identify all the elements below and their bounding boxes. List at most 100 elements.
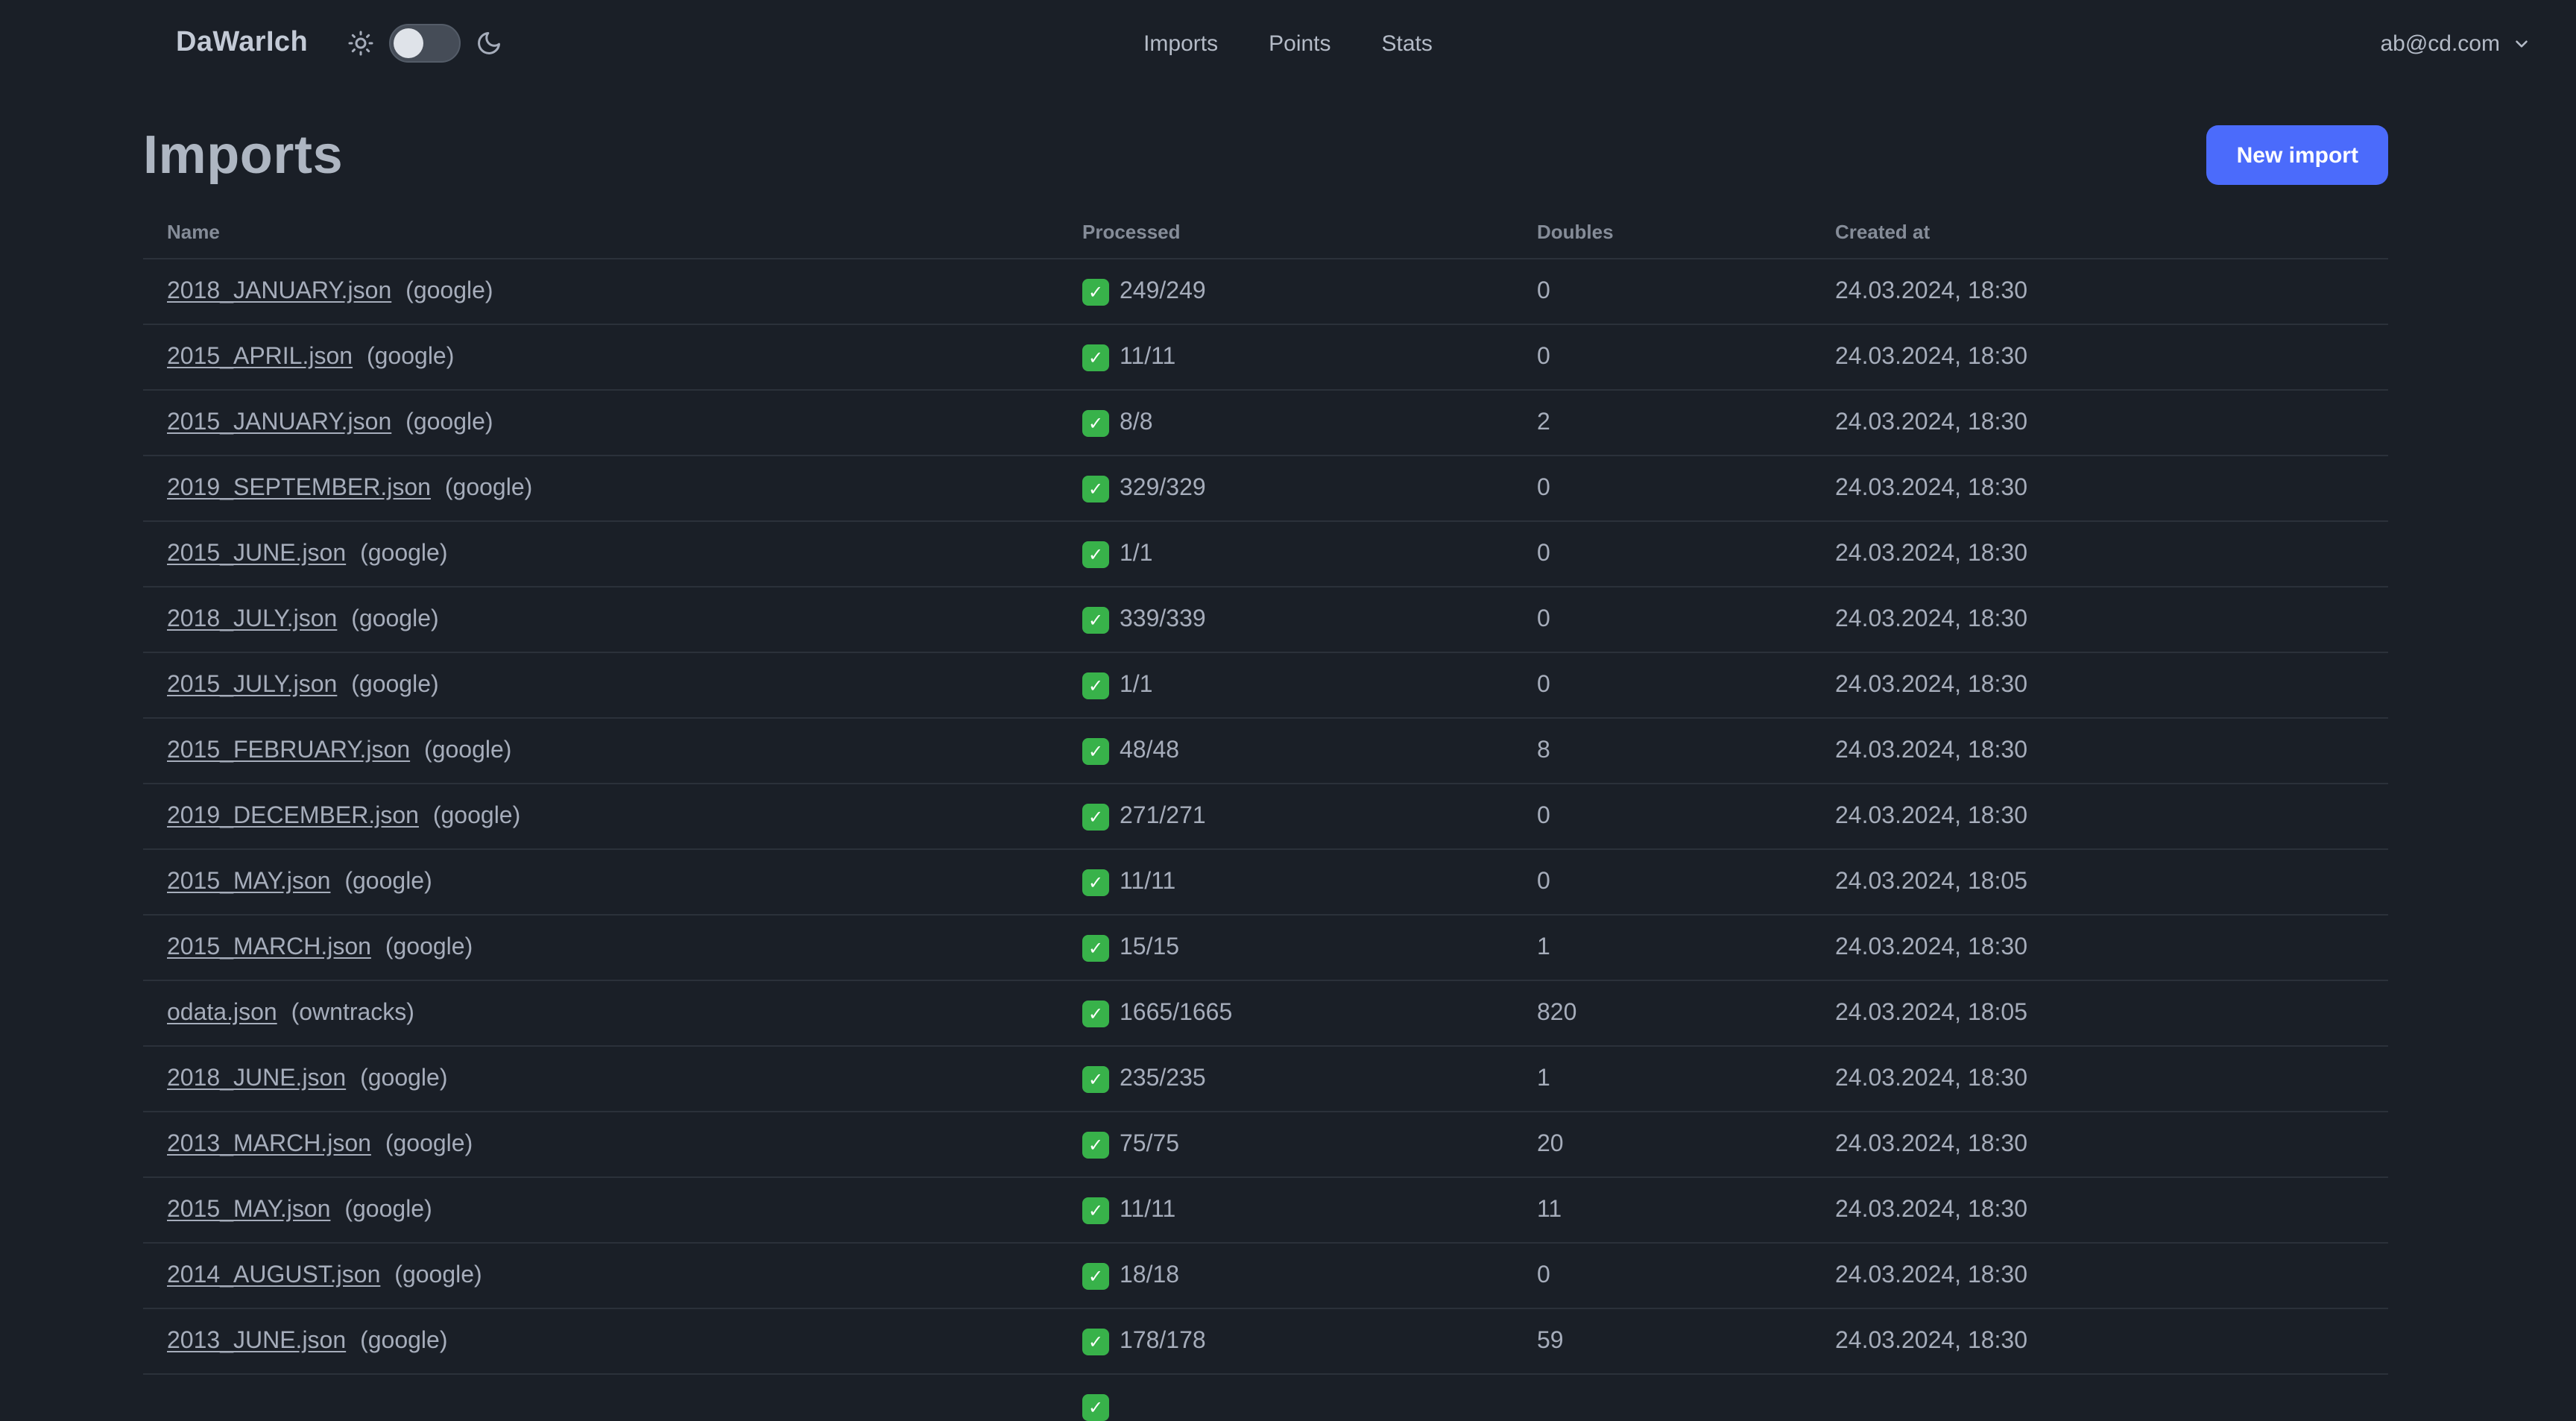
import-source: (google) (385, 934, 473, 960)
doubles-count: 11 (1537, 1197, 1562, 1222)
import-source: (google) (360, 541, 448, 566)
nav-link-imports[interactable]: Imports (1143, 31, 1218, 56)
table-row: 2015_MARCH.json (google) ✓ 15/15 1 24.03… (143, 916, 2388, 981)
app-viewport: DaWarIch Imports Points Stats ab@cd.com (0, 0, 2576, 1421)
new-import-button[interactable]: New import (2206, 125, 2388, 185)
name-cell: 2015_JANUARY.json (google) (143, 409, 1058, 436)
column-header-processed: Processed (1082, 221, 1181, 243)
column-header-created-at: Created at (1835, 221, 1931, 243)
table-row: 2015_JUNE.json (google) ✓ 1/1 0 24.03.20… (143, 522, 2388, 587)
column-header-doubles: Doubles (1537, 221, 1614, 243)
doubles-count: 8 (1537, 737, 1550, 763)
created-at: 24.03.2024, 18:30 (1835, 278, 2028, 303)
processed-count: 329/329 (1120, 475, 1206, 500)
doubles-count: 0 (1537, 344, 1550, 369)
created-at: 24.03.2024, 18:30 (1835, 737, 2028, 763)
theme-toggle-knob (393, 28, 423, 58)
name-cell: 2018_JANUARY.json (google) (143, 278, 1058, 305)
theme-toggle[interactable] (347, 24, 502, 63)
table-row: 2015_MAY.json (google) ✓ 11/11 11 24.03.… (143, 1178, 2388, 1244)
success-check-icon: ✓ (1082, 409, 1109, 436)
navbar-left: DaWarIch (176, 24, 502, 63)
processed-cell: ✓ 8/8 (1058, 409, 1513, 436)
processed-cell: ✓ 271/271 (1058, 803, 1513, 830)
processed-count: 15/15 (1120, 934, 1180, 960)
import-file-link[interactable]: 2015_JUNE.json (167, 541, 346, 566)
import-file-link[interactable]: 2015_MARCH.json (167, 934, 371, 960)
table-row: 2015_APRIL.json (google) ✓ 11/11 0 24.03… (143, 325, 2388, 391)
import-source: (google) (424, 737, 512, 763)
created-at: 24.03.2024, 18:30 (1835, 1328, 2028, 1353)
moon-icon (477, 32, 500, 54)
doubles-count: 0 (1537, 1262, 1550, 1288)
import-file-link[interactable]: odata.json (167, 1000, 277, 1025)
doubles-count: 1 (1537, 934, 1550, 960)
import-file-link[interactable]: 2015_MAY.json (167, 1197, 330, 1222)
name-cell: 2015_JUNE.json (google) (143, 541, 1058, 567)
import-file-link[interactable]: 2014_AUGUST.json (167, 1262, 380, 1288)
import-file-link[interactable]: 2018_JULY.json (167, 606, 337, 631)
doubles-count: 0 (1537, 278, 1550, 303)
import-file-link[interactable]: 2013_MARCH.json (167, 1131, 371, 1156)
name-cell: 2015_MAY.json (google) (143, 1197, 1058, 1223)
user-menu[interactable]: ab@cd.com (2380, 31, 2531, 56)
success-check-icon: ✓ (1082, 1328, 1109, 1355)
import-source: (google) (360, 1328, 448, 1353)
table-row: 2019_DECEMBER.json (google) ✓ 271/271 0 … (143, 784, 2388, 850)
import-source: (google) (385, 1131, 473, 1156)
processed-count: 8/8 (1120, 409, 1153, 435)
doubles-count: 820 (1537, 1000, 1577, 1025)
created-at: 24.03.2024, 18:30 (1835, 606, 2028, 631)
table-row: 2013_MARCH.json (google) ✓ 75/75 20 24.0… (143, 1112, 2388, 1178)
success-check-icon: ✓ (1082, 1000, 1109, 1027)
processed-cell: ✓ 339/339 (1058, 606, 1513, 633)
processed-cell: ✓ 11/11 (1058, 344, 1513, 371)
success-check-icon: ✓ (1082, 1262, 1109, 1289)
name-cell: 2019_DECEMBER.json (google) (143, 803, 1058, 830)
import-file-link[interactable]: 2015_FEBRUARY.json (167, 737, 410, 763)
import-file-link[interactable]: 2015_APRIL.json (167, 344, 353, 369)
name-cell: odata.json (owntracks) (143, 1000, 1058, 1027)
doubles-count: 59 (1537, 1328, 1564, 1353)
processed-count: 11/11 (1120, 869, 1176, 894)
processed-count: 1/1 (1120, 672, 1153, 697)
theme-toggle-switch[interactable] (388, 24, 461, 63)
nav-link-stats[interactable]: Stats (1382, 31, 1433, 56)
import-source: (owntracks) (291, 1000, 414, 1025)
import-file-link[interactable]: 2019_DECEMBER.json (167, 803, 419, 828)
created-at: 24.03.2024, 18:30 (1835, 803, 2028, 828)
processed-cell: ✓ 1665/1665 (1058, 1000, 1513, 1027)
import-file-link[interactable]: 2015_JANUARY.json (167, 409, 391, 435)
processed-cell: ✓ 15/15 (1058, 934, 1513, 961)
processed-cell: ✓ 75/75 (1058, 1131, 1513, 1158)
import-source: (google) (344, 869, 432, 894)
processed-cell: ✓ 329/329 (1058, 475, 1513, 502)
import-source: (google) (444, 475, 533, 500)
processed-count: 48/48 (1120, 737, 1180, 763)
name-cell: 2018_JULY.json (google) (143, 606, 1058, 633)
import-file-link[interactable]: 2018_JUNE.json (167, 1065, 346, 1091)
processed-count: 1665/1665 (1120, 1000, 1233, 1025)
created-at: 24.03.2024, 18:30 (1835, 672, 2028, 697)
import-file-link[interactable]: 2013_JUNE.json (167, 1328, 346, 1353)
column-header-name: Name (167, 221, 220, 243)
table-header-row: Name Processed Doubles Created at (143, 206, 2388, 259)
import-file-link[interactable]: 2015_JULY.json (167, 672, 337, 697)
import-file-link[interactable]: 2015_MAY.json (167, 869, 330, 894)
doubles-count: 0 (1537, 606, 1550, 631)
app-logo[interactable]: DaWarIch (176, 27, 308, 60)
processed-cell: ✓ 1/1 (1058, 541, 1513, 567)
processed-cell: ✓ 11/11 (1058, 869, 1513, 895)
processed-cell: ✓ 18/18 (1058, 1262, 1513, 1289)
processed-count: 339/339 (1120, 606, 1206, 631)
import-file-link[interactable]: 2019_SEPTEMBER.json (167, 475, 431, 500)
name-cell: 2015_MARCH.json (google) (143, 934, 1058, 961)
processed-cell: ✓ 1/1 (1058, 672, 1513, 699)
created-at: 24.03.2024, 18:05 (1835, 1000, 2028, 1025)
import-source: (google) (366, 344, 455, 369)
table-row: 2015_JULY.json (google) ✓ 1/1 0 24.03.20… (143, 653, 2388, 719)
name-cell: 2013_MARCH.json (google) (143, 1131, 1058, 1158)
nav-link-points[interactable]: Points (1269, 31, 1330, 56)
import-file-link[interactable]: 2018_JANUARY.json (167, 278, 391, 303)
processed-count: 18/18 (1120, 1262, 1180, 1288)
